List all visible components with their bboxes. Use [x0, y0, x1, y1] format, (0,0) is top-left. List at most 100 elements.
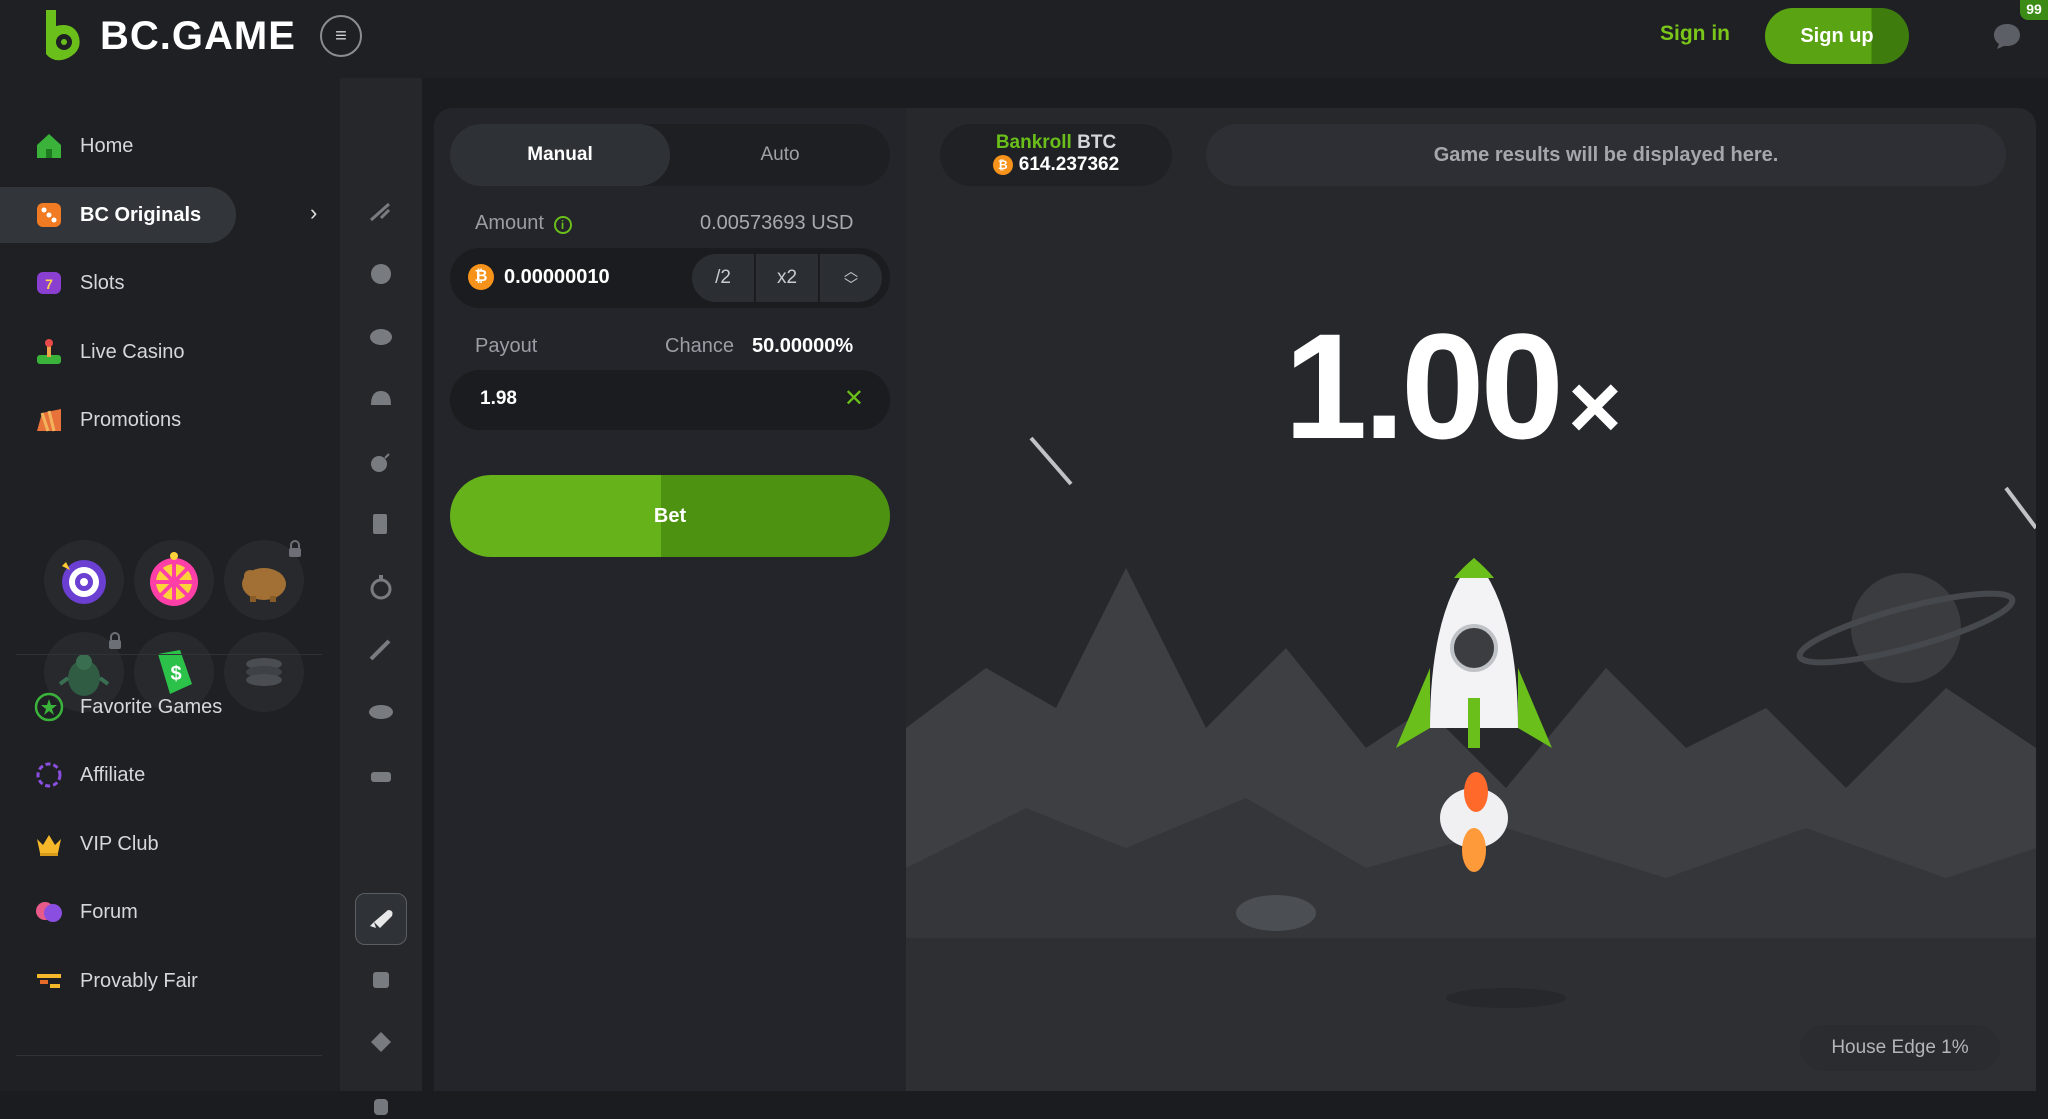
planet [1851, 573, 1961, 683]
bankroll-label: Bankroll [995, 132, 1072, 153]
rail-active-item[interactable] [355, 893, 407, 945]
payout-label: Payout [475, 335, 538, 357]
coin-dice-icon[interactable] [367, 966, 395, 994]
promo-tile[interactable] [224, 540, 304, 620]
sidebar-item-label: Live Casino [80, 340, 185, 363]
tank-icon[interactable] [367, 760, 395, 788]
top-bar: BC.GAME ≡ Sign in Sign up 99 [0, 0, 2048, 78]
promo-tile[interactable] [134, 540, 214, 620]
dice-icon [37, 203, 61, 227]
meteor [1029, 436, 1073, 486]
sidebar-item-label: Home [80, 134, 134, 157]
ball-icon[interactable] [367, 260, 395, 288]
sidebar-item-promotions[interactable]: Promotions [20, 392, 240, 448]
sidebar-item-bc-originals[interactable]: BC Originals [0, 187, 236, 243]
comet-icon[interactable] [367, 198, 395, 226]
coin-stack-icon [246, 658, 282, 686]
cards-icon[interactable] [367, 510, 395, 538]
mode-tabs: Manual Auto [450, 124, 890, 186]
diamond-card-icon[interactable] [367, 1028, 395, 1056]
chevron-up-icon: ︿ [844, 263, 858, 279]
dome [1236, 895, 1316, 931]
sidebar-item-affiliate[interactable]: Affiliate [20, 747, 240, 803]
sidebar-item-live-casino[interactable]: Live Casino [20, 324, 240, 380]
sidebar-item-label: Affiliate [80, 763, 146, 786]
multiplier-suffix: × [1567, 356, 1622, 458]
space-scene [906, 436, 2036, 1091]
sign-up-button[interactable]: Sign up [1765, 8, 1909, 64]
bet-button[interactable]: Bet [450, 475, 890, 557]
btc-coin-icon: ₿ [992, 155, 1013, 175]
chevron-right-icon[interactable]: › [310, 200, 317, 226]
half-button[interactable]: /2 [692, 254, 754, 302]
lock-icon [289, 540, 301, 557]
close-icon[interactable]: ✕ [844, 384, 864, 413]
menu-icon: ≡ [335, 24, 347, 47]
divider [16, 654, 322, 655]
forum-icon [36, 902, 62, 922]
chevron-down-icon: ﹀ [844, 277, 858, 293]
svg-text:7: 7 [45, 276, 53, 292]
star-icon [34, 692, 64, 722]
chance-value[interactable]: 50.00000% [752, 335, 853, 358]
crater [1446, 988, 1566, 1008]
sidebar-item-label: Forum [80, 900, 138, 923]
amount-label: Amount i [475, 212, 572, 235]
robot-icon[interactable] [367, 1091, 395, 1119]
sidebar-item-label: VIP Club [80, 832, 159, 855]
helmet-icon[interactable] [367, 385, 395, 413]
slot-machine-icon: 7 [37, 272, 61, 294]
btc-coin-icon: ₿ [468, 264, 494, 290]
info-icon[interactable]: i [553, 216, 572, 234]
sidebar-item-provably-fair[interactable]: Provably Fair [20, 953, 240, 1009]
rocket-icon [370, 910, 393, 928]
sign-in-link[interactable]: Sign in [1660, 22, 1730, 46]
bomb-icon[interactable] [367, 448, 395, 476]
sidebar-item-home[interactable]: Home [20, 118, 240, 174]
multiplier-display: 1.00× [1284, 300, 1622, 473]
house-edge-badge[interactable]: House Edge 1% [1800, 1025, 2000, 1071]
home-icon [37, 134, 61, 158]
game-results-bar: Game results will be displayed here. [1206, 124, 2006, 186]
stepper-button[interactable]: ︿ ﹀ [820, 254, 882, 302]
sidebar-item-label: Promotions [80, 408, 182, 431]
sidebar-item-favorite-games[interactable]: Favorite Games [20, 679, 240, 735]
sidebar-item-slots[interactable]: 7 Slots [20, 255, 240, 311]
stopwatch-icon[interactable] [367, 573, 395, 601]
notification-badge: 99 [2020, 0, 2048, 20]
promo-tile[interactable] [44, 540, 124, 620]
amount-field[interactable]: ₿ 0.00000010 /2 x2 ︿ ﹀ [450, 248, 890, 308]
scale-icon [37, 974, 61, 988]
game-area [906, 108, 2036, 1091]
bc-logo-icon [46, 10, 80, 61]
tab-manual[interactable]: Manual [450, 124, 670, 186]
divider [16, 1055, 322, 1056]
affiliate-icon [36, 762, 62, 788]
meteor [2004, 486, 2036, 530]
piggy-bank-icon [242, 568, 286, 602]
sword-icon[interactable] [367, 635, 395, 663]
tab-auto[interactable]: Auto [670, 124, 890, 186]
crown-icon [37, 835, 61, 856]
gamepad-icon[interactable] [367, 323, 395, 351]
sidebar-item-label: BC Originals [80, 203, 202, 226]
bankroll-value: 614.237362 [1018, 154, 1120, 175]
target-icon [62, 560, 106, 604]
sidebar-item-forum[interactable]: Forum [20, 884, 240, 940]
lock-icon [109, 632, 121, 649]
sidebar-item-vip-club[interactable]: VIP Club [20, 816, 240, 872]
multiplier-value: 1.00 [1284, 302, 1564, 470]
mask-icon[interactable] [367, 698, 395, 726]
bankroll-badge: Bankroll BTC ₿ 614.237362 [940, 124, 1172, 186]
payout-field[interactable]: 1.98 ✕ [450, 370, 890, 430]
bankroll-currency: BTC [1077, 132, 1117, 153]
amount-usd: 0.00573693 USD [700, 212, 854, 234]
double-button[interactable]: x2 [756, 254, 818, 302]
sidebar-item-label: Favorite Games [80, 695, 223, 718]
payout-input[interactable]: 1.98 [480, 388, 517, 410]
joystick-icon [37, 339, 61, 364]
chat-icon[interactable] [1992, 22, 2022, 50]
logo[interactable]: BC.GAME [38, 8, 296, 64]
menu-button[interactable]: ≡ [320, 15, 362, 57]
amount-input[interactable]: 0.00000010 [504, 266, 610, 289]
